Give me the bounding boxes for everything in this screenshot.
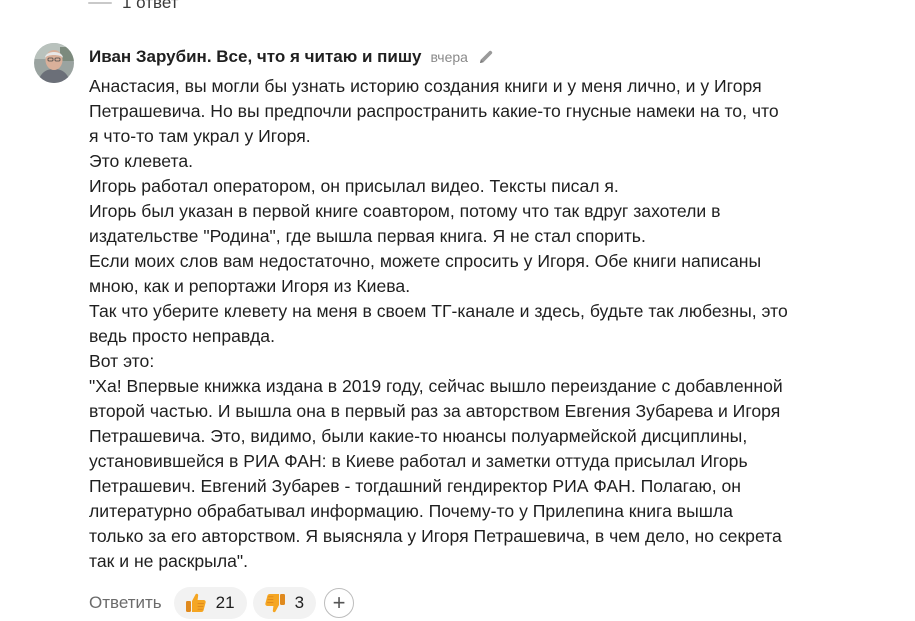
avatar[interactable]: [34, 43, 74, 83]
comment-timestamp[interactable]: вчера: [431, 49, 468, 65]
comment-line: литературно обрабатывал информацию. Поче…: [89, 501, 733, 521]
comment-line: Это клевета.: [89, 151, 194, 171]
replies-count-label: 1 ответ: [122, 0, 179, 12]
comment-actions: Ответить 21 3 +: [89, 586, 355, 620]
comment-line: Игорь был указан в первой книге соавторо…: [89, 201, 721, 221]
comment-line: Петрашевича. Но вы предпочли распростран…: [89, 101, 779, 121]
comment-line: только за его авторством. Я выясняла у И…: [89, 526, 782, 546]
comment-line: установившейся в РИА ФАН: в Киеве работа…: [89, 451, 748, 471]
comment-line: Петрашевича. Это, видимо, были какие-то …: [89, 426, 748, 446]
comment-line: Анастасия, вы могли бы узнать историю со…: [89, 76, 762, 96]
replies-toggle[interactable]: 1 ответ: [88, 0, 179, 15]
comment-line: Если моих слов вам недостаточно, можете …: [89, 251, 762, 271]
comment-header: Иван Зарубин. Все, что я читаю и пишу вч…: [89, 46, 495, 68]
comment-line: издательстве "Родина", где вышла первая …: [89, 226, 646, 246]
pencil-icon: [477, 48, 495, 66]
comment-body: Анастасия, вы могли бы узнать историю со…: [89, 74, 889, 574]
comment-line: Петрашевич. Евгений Зубарев - тогдашний …: [89, 476, 741, 496]
comment-line: второй частью. И вышла она в первый раз …: [89, 401, 781, 421]
comment-line: Так что уберите клевету на меня в своем …: [89, 301, 788, 321]
dislike-reaction-button[interactable]: 3: [252, 587, 317, 619]
comment-line: Игорь работал оператором, он присылал ви…: [89, 176, 619, 196]
comment-line: Вот это:: [89, 351, 155, 371]
like-reaction-button[interactable]: 21: [173, 587, 247, 619]
add-reaction-button[interactable]: +: [324, 588, 355, 618]
plus-icon: +: [332, 590, 346, 615]
comment-line: так и не раскрыла".: [89, 551, 249, 571]
avatar-photo: [34, 43, 74, 83]
reply-button[interactable]: Ответить: [89, 593, 162, 613]
comment-author[interactable]: Иван Зарубин. Все, что я читаю и пишу: [89, 47, 422, 67]
replies-line: [88, 2, 112, 4]
like-count: 21: [215, 593, 235, 612]
thumbs-down-icon: [263, 591, 287, 615]
comment-line: "Ха! Впервые книжка издана в 2019 году, …: [89, 376, 783, 396]
thumbs-up-icon: [184, 591, 208, 615]
comment-line: я что-то там украл у Игоря.: [89, 126, 311, 146]
comment-line: ведь просто неправда.: [89, 326, 275, 346]
dislike-count: 3: [294, 593, 305, 612]
comment-line: мною, как и репортажи Игоря из Киева.: [89, 276, 411, 296]
